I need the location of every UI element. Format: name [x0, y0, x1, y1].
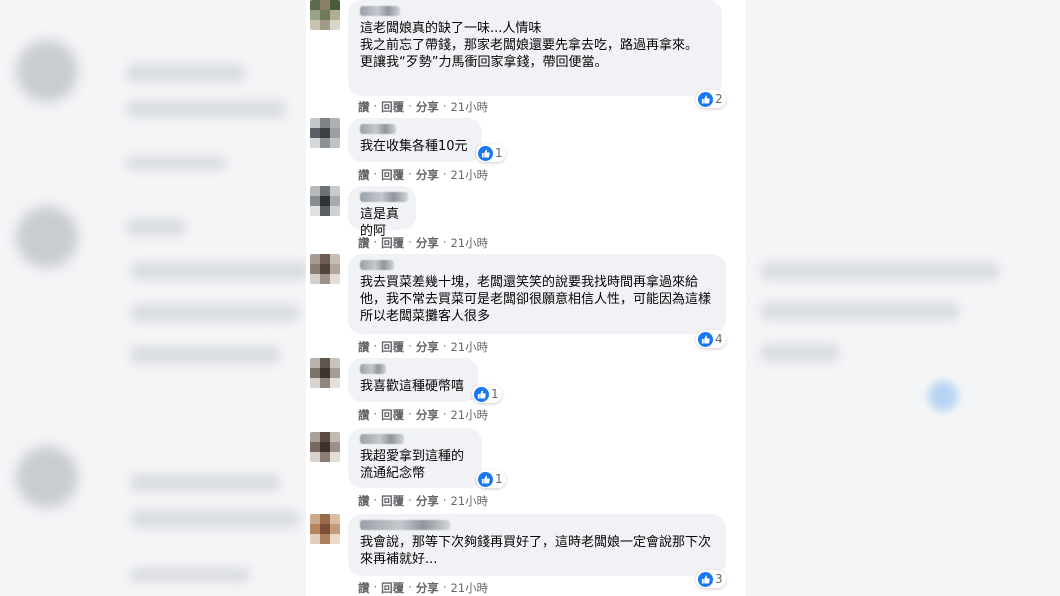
- reaction-number: 1: [491, 387, 499, 401]
- thumbs-up-icon: [698, 331, 713, 347]
- reply-link[interactable]: 回覆: [381, 493, 404, 509]
- reply-link[interactable]: 回覆: [381, 580, 404, 596]
- reply-link[interactable]: 回覆: [381, 99, 404, 115]
- like-link[interactable]: 讚: [358, 407, 370, 423]
- share-link[interactable]: 分享: [416, 339, 439, 355]
- timestamp[interactable]: 21小時: [450, 99, 488, 115]
- timestamp[interactable]: 21小時: [450, 339, 488, 355]
- reaction-number: 1: [495, 472, 503, 486]
- reply-link[interactable]: 回覆: [381, 339, 404, 355]
- comment-bubble: 我會說，那等下次夠錢再買好了，這時老闆娘一定會說那下次來再補就好...: [348, 514, 726, 576]
- comment-text: 我會說，那等下次夠錢再買好了，這時老闆娘一定會說那下次來再補就好...: [360, 535, 712, 567]
- comment-actions: 讚 · 回覆 · 分享 · 21小時: [358, 339, 489, 355]
- comment-text: 我去買菜差幾十塊，老闆還笑笑的說要我找時間再拿過來給他，我不常去買菜可是老闆卻很…: [360, 275, 712, 324]
- like-link[interactable]: 讚: [358, 235, 370, 251]
- comment-bubble: 這是真的阿: [348, 186, 416, 239]
- comment-bubble: 我在收集各種10元: [348, 118, 482, 162]
- comment-text: 我超愛拿到這種的 流通紀念幣: [360, 449, 465, 481]
- comment-text: 我在收集各種10元: [360, 139, 468, 154]
- timestamp[interactable]: 21小時: [450, 493, 488, 509]
- thumbs-up-icon: [698, 571, 713, 587]
- timestamp[interactable]: 21小時: [450, 407, 488, 423]
- thumbs-up-icon: [478, 471, 493, 487]
- reply-link[interactable]: 回覆: [381, 167, 404, 183]
- share-link[interactable]: 分享: [416, 580, 439, 596]
- reply-link[interactable]: 回覆: [381, 407, 404, 423]
- comment-text: 這老闆娘真的缺了一味...人情味 我之前忘了帶錢，那家老闆娘還要先拿去吃，路過再…: [360, 21, 699, 70]
- share-link[interactable]: 分享: [416, 167, 439, 183]
- comment-bubble: 我喜歡這種硬幣嘻: [348, 358, 478, 402]
- commenter-name[interactable]: [360, 192, 408, 202]
- reaction-number: 4: [715, 332, 723, 346]
- reaction-count[interactable]: 1: [476, 470, 506, 488]
- commenter-name[interactable]: [360, 520, 450, 530]
- like-link[interactable]: 讚: [358, 99, 370, 115]
- comment-bubble: 我去買菜差幾十塊，老闆還笑笑的說要我找時間再拿過來給他，我不常去買菜可是老闆卻很…: [348, 254, 726, 334]
- like-link[interactable]: 讚: [358, 339, 370, 355]
- share-link[interactable]: 分享: [416, 407, 439, 423]
- comment-text: 我喜歡這種硬幣嘻: [360, 379, 465, 394]
- share-link[interactable]: 分享: [416, 235, 439, 251]
- comment-actions: 讚 · 回覆 · 分享 · 21小時: [358, 167, 489, 183]
- avatar[interactable]: [310, 118, 340, 148]
- thumbs-up-icon: [478, 145, 493, 161]
- share-link[interactable]: 分享: [416, 99, 439, 115]
- reaction-count[interactable]: 1: [472, 385, 502, 403]
- avatar[interactable]: [310, 186, 340, 216]
- like-link[interactable]: 讚: [358, 493, 370, 509]
- timestamp[interactable]: 21小時: [450, 580, 488, 596]
- reaction-number: 2: [715, 92, 723, 106]
- avatar[interactable]: [310, 254, 340, 284]
- reaction-number: 3: [715, 572, 723, 586]
- comment-bubble: 我超愛拿到這種的 流通紀念幣: [348, 428, 482, 488]
- reply-link[interactable]: 回覆: [381, 235, 404, 251]
- timestamp[interactable]: 21小時: [450, 235, 488, 251]
- avatar[interactable]: [310, 0, 340, 30]
- like-link[interactable]: 讚: [358, 580, 370, 596]
- comment-actions: 讚 · 回覆 · 分享 · 21小時: [358, 407, 489, 423]
- reaction-number: 1: [495, 146, 503, 160]
- share-link[interactable]: 分享: [416, 493, 439, 509]
- commenter-name[interactable]: [360, 124, 396, 134]
- reaction-count[interactable]: 2: [696, 90, 726, 108]
- comment-actions: 讚 · 回覆 · 分享 · 21小時: [358, 580, 489, 596]
- reaction-count[interactable]: 1: [476, 144, 506, 162]
- avatar[interactable]: [310, 432, 340, 462]
- comment-bubble: 這老闆娘真的缺了一味...人情味 我之前忘了帶錢，那家老闆娘還要先拿去吃，路過再…: [348, 0, 722, 96]
- comment-actions: 讚 · 回覆 · 分享 · 21小時: [358, 235, 489, 251]
- thumbs-up-icon: [474, 386, 489, 402]
- avatar[interactable]: [310, 514, 340, 544]
- comment-thread: 這老闆娘真的缺了一味...人情味 我之前忘了帶錢，那家老闆娘還要先拿去吃，路過再…: [306, 0, 746, 596]
- timestamp[interactable]: 21小時: [450, 167, 488, 183]
- comment-actions: 讚 · 回覆 · 分享 · 21小時: [358, 99, 489, 115]
- reaction-count[interactable]: 4: [696, 330, 726, 348]
- commenter-name[interactable]: [360, 260, 394, 270]
- thumbs-up-icon: [698, 91, 713, 107]
- commenter-name[interactable]: [360, 6, 400, 16]
- reaction-count[interactable]: 3: [696, 570, 726, 588]
- avatar[interactable]: [310, 358, 340, 388]
- commenter-name[interactable]: [360, 364, 386, 374]
- comment-actions: 讚 · 回覆 · 分享 · 21小時: [358, 493, 489, 509]
- commenter-name[interactable]: [360, 434, 404, 444]
- like-link[interactable]: 讚: [358, 167, 370, 183]
